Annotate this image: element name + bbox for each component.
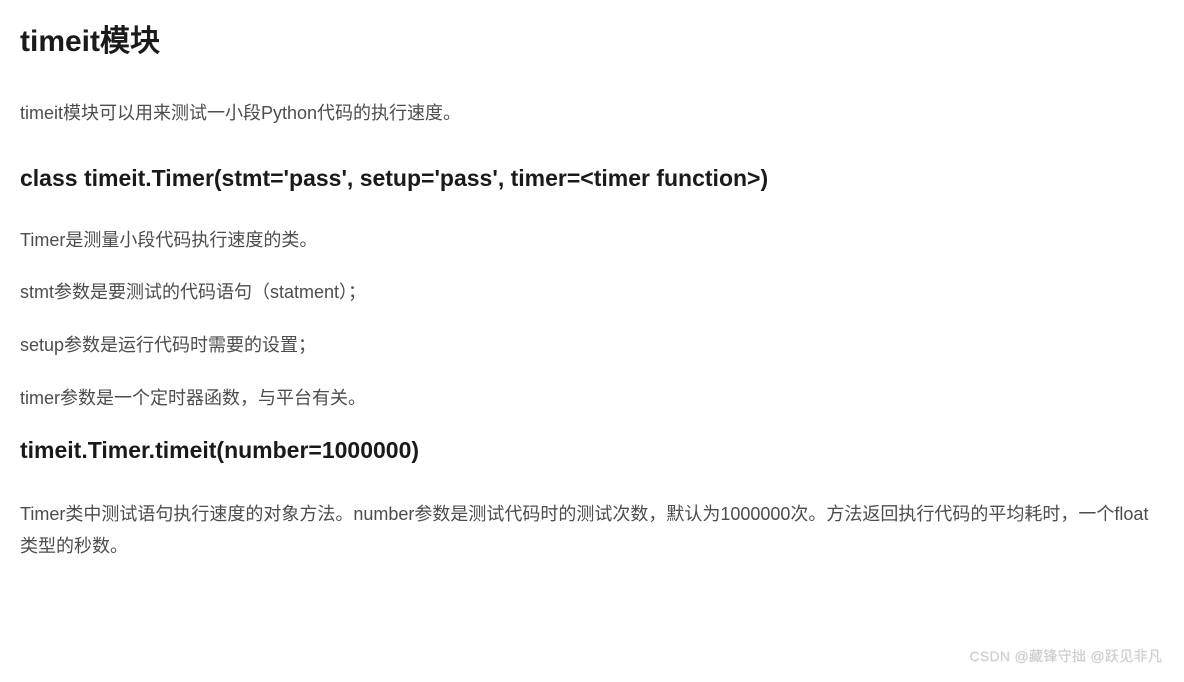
timer-class-description: Timer是测量小段代码执行速度的类。 xyxy=(20,226,1164,255)
timer-param-description: timer参数是一个定时器函数，与平台有关。 xyxy=(20,384,1164,413)
stmt-param-description: stmt参数是要测试的代码语句（statment）； xyxy=(20,278,1164,307)
method-description: Timer类中测试语句执行速度的对象方法。number参数是测试代码时的测试次数… xyxy=(20,498,1164,563)
main-heading: timeit模块 xyxy=(20,16,1164,60)
setup-param-description: setup参数是运行代码时需要的设置； xyxy=(20,331,1164,360)
watermark-text: CSDN @藏锋守拙 @跃见非凡 xyxy=(969,646,1162,666)
method-signature-heading: timeit.Timer.timeit(number=1000000) xyxy=(20,437,1164,464)
class-signature-heading: class timeit.Timer(stmt='pass', setup='p… xyxy=(20,165,1164,192)
intro-paragraph: timeit模块可以用来测试一小段Python代码的执行速度。 xyxy=(20,98,1164,129)
